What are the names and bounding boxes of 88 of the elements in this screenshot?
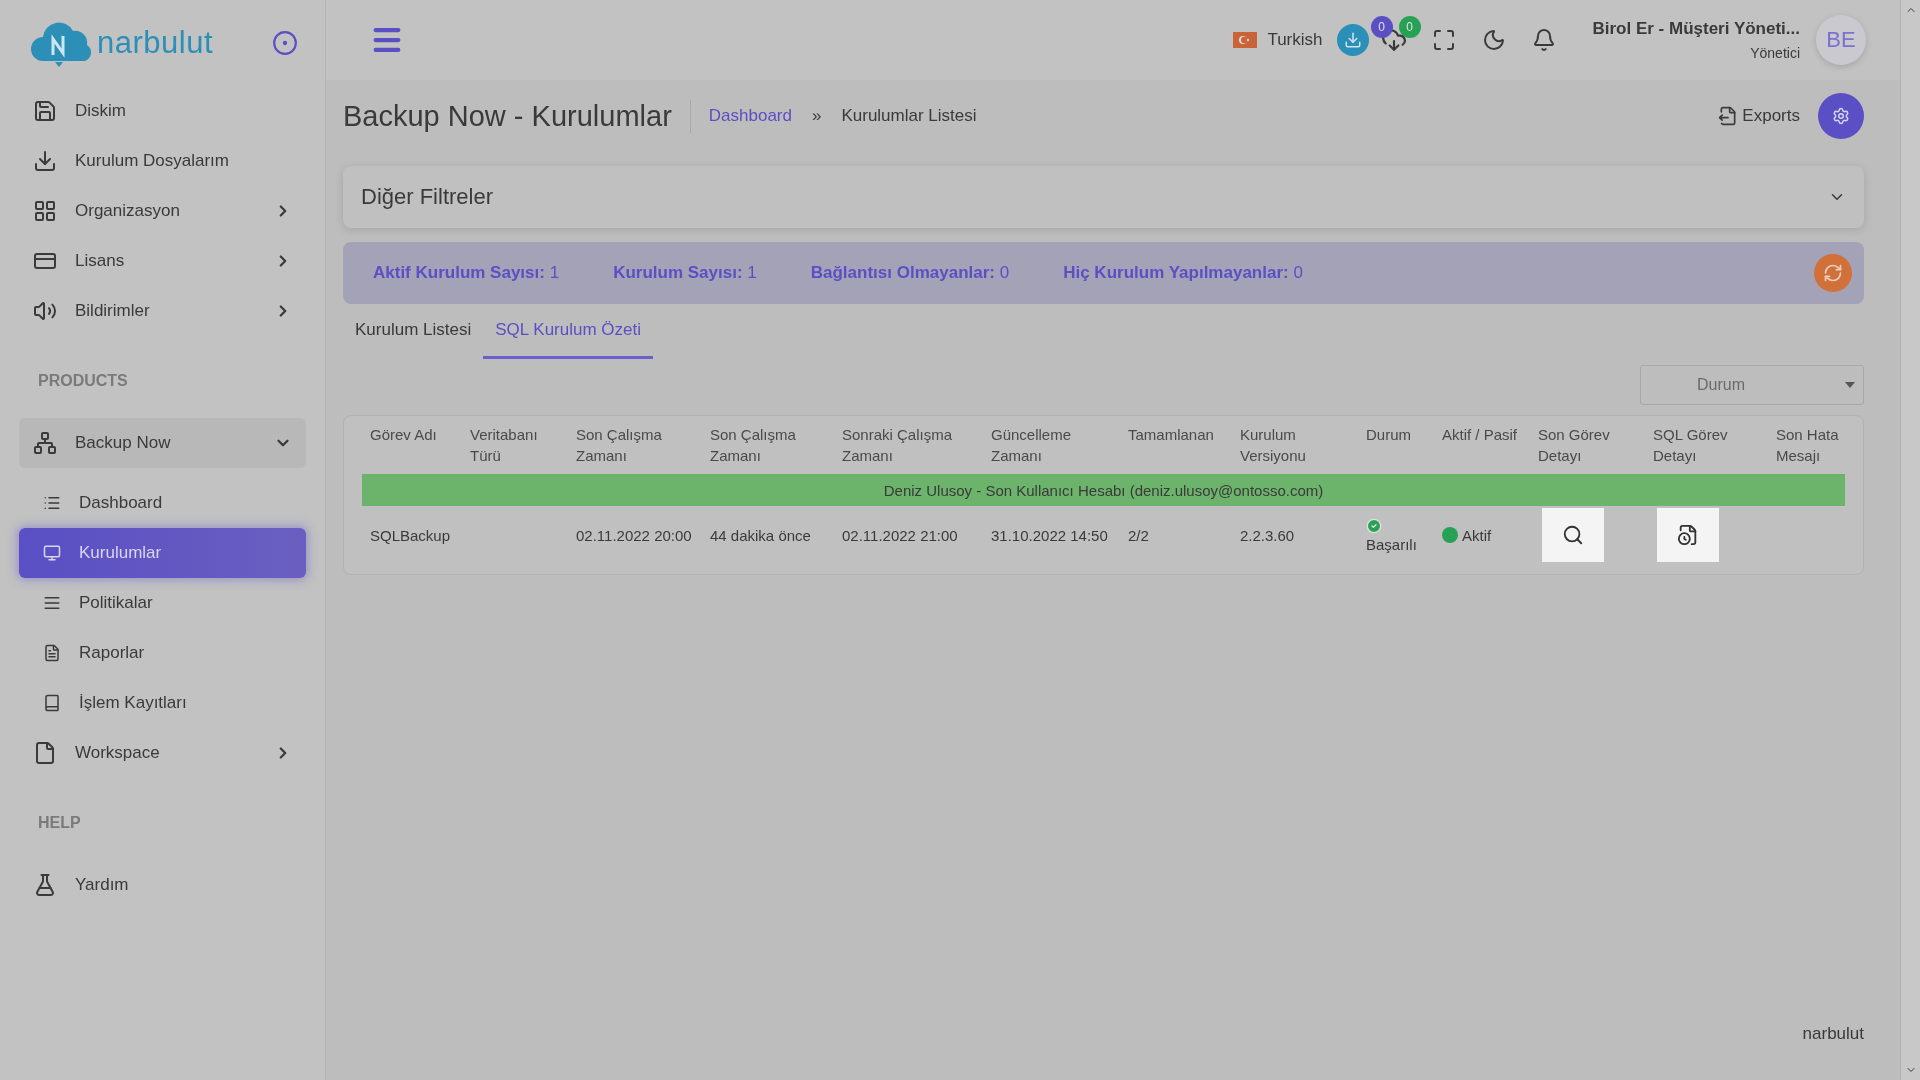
table-cell-text: 2.2.3.60 [1239, 526, 1296, 544]
settings-button[interactable] [1818, 93, 1864, 139]
task-detail-button[interactable] [1542, 508, 1604, 562]
stat-text: Hiç Kurulum Yapılmayanlar: 0 [1063, 263, 1303, 283]
column-header: SQL Görev Detayı [1652, 425, 1729, 466]
caret-icon [1845, 382, 1855, 388]
brand-name: narbulut [97, 25, 214, 61]
sidebar-item-icon [33, 99, 57, 123]
status-text: Başarılı [1366, 535, 1417, 553]
sidebar-item[interactable]: Lisans [19, 236, 306, 286]
table-cell-text: 44 dakika önce [709, 526, 812, 544]
count-badge: 0 [1370, 16, 1393, 38]
column-header: Güncelleme Zamanı [990, 425, 1073, 466]
sidebar-item[interactable]: Bildirimler [19, 286, 306, 336]
sql-detail-button[interactable] [1657, 508, 1719, 562]
active-text: Aktif [1462, 526, 1492, 544]
column-header: Aktif / Pasif [1441, 425, 1519, 445]
section-heading: HELP [37, 813, 82, 833]
sidebar-subitem[interactable]: Kurulumlar [19, 528, 306, 578]
column-header: Son Hata Mesajı [1775, 425, 1840, 466]
search-icon [1562, 524, 1584, 546]
group-row: Deniz Ulusoy - Son Kullanıcı Hesabı (deniz.ulusoy@ontosso.com) [362, 474, 1845, 506]
user-name: Birol Er - Müşteri Yöneti... [1592, 19, 1800, 39]
column-header: Son Çalışma Zamanı [575, 425, 663, 466]
column-header: Görev Adı [369, 425, 438, 445]
sidebar-subitem[interactable]: İşlem Kayıtları [19, 678, 306, 728]
table-cell-text: 31.10.2022 14:50 [990, 526, 1109, 544]
column-header: Son Görev Detayı [1537, 425, 1611, 466]
sidebar-toggle-icon[interactable] [272, 30, 298, 56]
export-file-icon [1718, 106, 1739, 126]
page-title: Backup Now - Kurulumlar [343, 99, 691, 133]
scrollbar[interactable] [1900, 0, 1920, 1080]
breadcrumb-link[interactable]: Dashboard [708, 106, 792, 126]
table-cell-text: 2/2 [1127, 526, 1150, 544]
moon-icon[interactable] [1481, 28, 1506, 52]
sidebar-item-icon [43, 544, 61, 562]
sidebar-item-icon [33, 299, 57, 323]
filters-title: Diğer Filtreler [361, 184, 495, 210]
stat-text: Aktif Kurulum Sayısı: 1 [373, 263, 560, 283]
footer-text: narbulut [1802, 1024, 1864, 1044]
tab[interactable]: Kurulum Listesi [343, 308, 484, 359]
sidebar-item-icon [33, 199, 57, 223]
section-heading: PRODUCTS [37, 371, 129, 391]
notifications-icon[interactable] [1531, 28, 1556, 52]
download-button[interactable] [1336, 24, 1369, 56]
sidebar-item[interactable]: Diskim [19, 86, 306, 136]
gear-icon [1832, 107, 1850, 125]
download-icon [1343, 31, 1362, 49]
sidebar-subitem[interactable]: Politikalar [19, 578, 306, 628]
sidebar-item[interactable]: Kurulum Dosyalarım [19, 136, 306, 186]
sidebar-item[interactable]: Yardım [19, 860, 306, 910]
user-role: Yönetici [1750, 45, 1800, 61]
column-header: Durum [1365, 425, 1412, 445]
stat-text: Bağlantısı Olmayanlar: 0 [810, 263, 1010, 283]
table-cell-text: 02.11.2022 21:00 [841, 526, 959, 544]
sidebar-item-icon [43, 594, 61, 612]
sidebar-item-icon [43, 644, 61, 662]
tab[interactable]: SQL Kurulum Özeti [483, 308, 654, 359]
refresh-icon [1823, 263, 1843, 283]
table-cell-text: SQLBackup [369, 526, 452, 544]
filters-panel[interactable]: Diğer Filtreler [343, 166, 1864, 228]
refresh-button[interactable] [1814, 254, 1852, 292]
sidebar-item[interactable]: Backup Now [19, 418, 306, 468]
language-selector[interactable]: Turkish [1267, 30, 1323, 50]
sidebar-item-icon [33, 149, 57, 173]
exports-link[interactable]: Exports [1718, 106, 1800, 126]
count-badge: 0 [1398, 16, 1421, 38]
breadcrumb-separator: » [811, 106, 822, 126]
sidebar-item[interactable]: Organizasyon [19, 186, 306, 236]
column-header: Son Çalışma Zamanı [709, 425, 797, 466]
column-header: Tamamlanan [1127, 425, 1215, 445]
sidebar-subitem[interactable]: Dashboard [19, 478, 306, 528]
sidebar-item-icon [33, 741, 57, 765]
sidebar-item-icon [43, 694, 61, 712]
column-header: Kurulum Versiyonu [1239, 425, 1307, 466]
table-cell-text: 02.11.2022 20:00 [575, 526, 693, 544]
sidebar-item-icon [43, 494, 61, 512]
column-header: Sonraki Çalışma Zamanı [841, 425, 954, 466]
sidebar-item[interactable]: Workspace [19, 728, 306, 778]
breadcrumb-current: Kurulumlar Listesi [841, 106, 977, 126]
sidebar-item-icon [33, 873, 57, 897]
column-header: Veritabanı Türü [469, 425, 539, 466]
fullscreen-icon[interactable] [1431, 28, 1456, 52]
sidebar-subitem[interactable]: Raporlar [19, 628, 306, 678]
file-clock-icon [1677, 524, 1699, 546]
stat-text: Kurulum Sayısı: 1 [613, 263, 757, 283]
flag-icon [1233, 32, 1258, 48]
sidebar-item-icon [33, 431, 57, 455]
